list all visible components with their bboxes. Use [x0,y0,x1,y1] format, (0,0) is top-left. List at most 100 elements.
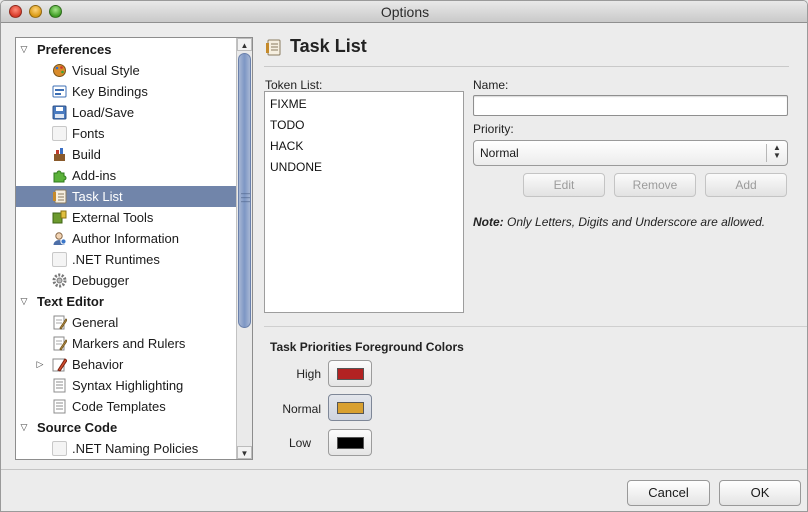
tree-item[interactable]: Build [16,144,236,165]
remove-button[interactable]: Remove [614,173,696,197]
tree-item[interactable]: .NET Runtimes [16,249,236,270]
tree-item[interactable]: General [16,312,236,333]
name-label: Name: [473,78,509,92]
tree-section-label: Text Editor [37,294,104,309]
add-button[interactable]: Add [705,173,787,197]
tree-section-label: Source Code [37,420,118,435]
tree-item-label: Behavior [72,357,124,372]
tree-item[interactable]: Task List [16,186,236,207]
tree-item[interactable]: Debugger [16,270,236,291]
tree-section[interactable]: ▽ Text Editor [16,291,236,312]
tree-item-label: Task List [72,189,123,204]
tree-item-label: Key Bindings [72,84,148,99]
tree-item-label: Build [72,147,101,162]
tree-item-label: Debugger [72,273,130,288]
tasklist-icon [53,189,67,204]
blank-icon [52,126,67,141]
note-label: Note: [473,215,504,229]
token-item[interactable]: TODO [270,118,304,132]
tree-item[interactable]: External Tools [16,207,236,228]
disclosure-triangle-icon[interactable]: ▽ [18,39,30,60]
normal-color-swatch [337,402,364,414]
build-icon [54,148,65,161]
blank-icon [52,252,67,267]
low-color-button[interactable] [328,429,372,456]
tree-item[interactable]: ▷ Behavior [16,354,236,375]
pencil-icon [52,358,67,372]
person-icon [53,232,67,245]
low-priority-label: Low [288,436,311,450]
puzzle-icon [53,170,67,183]
tree-item-label: Syntax Highlighting [72,378,184,393]
tree-item-label: General [72,315,119,330]
document-lines-icon [53,378,66,393]
tree-item[interactable]: Fonts [16,123,236,144]
scroll-thumb[interactable]: — — — [238,53,251,328]
options-tree: ▽ Preferences Visual Style Key Bindings Load… [15,37,253,460]
edit-button[interactable]: Edit [523,173,605,197]
document-pencil-icon [53,336,67,351]
tree-item-label: Author Information [72,231,179,246]
colors-group-title: Task Priorities Foreground Colors [270,340,464,354]
tree-item-label: .NET Runtimes [72,252,160,267]
footer-divider [1,469,807,470]
priority-select[interactable]: Normal ▲ ▼ [473,140,788,166]
tree-item-label: Markers and Rulers [72,336,186,351]
header-divider [264,66,789,67]
token-list[interactable]: FIXME TODO HACK UNDONE [264,91,464,313]
tree-item[interactable]: Code Templates [16,396,236,417]
tree-section[interactable]: ▽ Source Code [16,417,236,438]
tree-scrollbar[interactable]: ▲ — — — ▼ [236,38,252,459]
tree-item[interactable]: Syntax Highlighting [16,375,236,396]
document-lines-icon [53,399,66,414]
colors-group-divider [264,326,807,327]
tree-item[interactable]: Author Information [16,228,236,249]
disclosure-triangle-icon[interactable]: ▽ [18,291,30,312]
panel-title: Task List [290,36,367,56]
tree-item-label: Load/Save [72,105,135,120]
high-priority-label: High [296,367,321,381]
tools-icon [52,210,67,224]
note-text: Note: Only Letters, Digits and Underscor… [473,215,765,229]
token-item[interactable]: UNDONE [270,160,322,174]
token-item[interactable]: FIXME [270,97,307,111]
tree-item[interactable]: Visual Style [16,60,236,81]
priority-label: Priority: [473,122,514,136]
tree-item[interactable]: .NET Naming Policies [16,438,236,459]
tree-section-label: Preferences [37,42,112,57]
high-color-button[interactable] [328,360,372,387]
tree-item[interactable]: Key Bindings [16,81,236,102]
document-pencil-icon [53,315,67,330]
ok-button[interactable]: OK [719,480,801,506]
tree-item-label: Code Templates [72,399,166,414]
tree-item[interactable]: Load/Save [16,102,236,123]
tree-item[interactable]: Markers and Rulers [16,333,236,354]
scroll-grip-icon: — — — [241,188,250,206]
palette-icon [53,64,66,77]
up-down-chevron-icon: ▲ ▼ [773,143,781,160]
scroll-up-arrow-icon[interactable]: ▲ [237,38,252,51]
token-list-label: Token List: [265,78,323,92]
disclosure-triangle-icon[interactable]: ▽ [18,417,30,438]
token-item[interactable]: HACK [270,139,303,153]
disk-icon [52,105,67,120]
cancel-button[interactable]: Cancel [627,480,710,506]
low-color-swatch [337,437,364,449]
disclosure-triangle-icon[interactable]: ▷ [34,354,46,375]
scroll-down-arrow-icon[interactable]: ▼ [237,446,252,459]
select-divider [766,144,767,162]
options-window: Options ▽ Preferences Visual Style Key Bind… [0,0,808,512]
high-color-swatch [337,368,364,380]
tree-item-label: Visual Style [72,63,140,78]
tree-item-label: External Tools [72,210,154,225]
tree-item-label: .NET Naming Policies [72,441,199,456]
tree-item[interactable]: Add-ins [16,165,236,186]
normal-color-button[interactable] [328,394,372,421]
tree-section[interactable]: ▽ Preferences [16,39,236,60]
options-tree-list: ▽ Preferences Visual Style Key Bindings Load… [16,38,236,459]
note-body: Only Letters, Digits and Underscore are … [503,215,766,229]
name-input[interactable] [473,95,788,116]
tree-item-label: Fonts [72,126,105,141]
tasklist-icon [266,39,281,56]
gear-icon [52,273,67,288]
